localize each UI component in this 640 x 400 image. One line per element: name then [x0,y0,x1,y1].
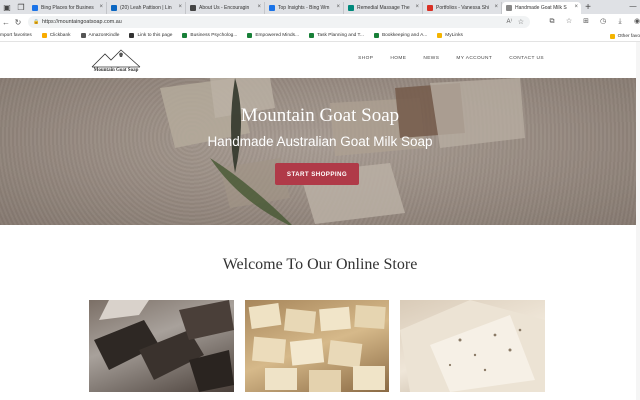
tab-favicon-icon [111,5,117,11]
favorites-bar: mport favorites Clickbank AmazonKindle Link… [0,30,640,42]
tab-close-icon[interactable]: × [574,4,578,10]
favorite-item[interactable]: AmazonKindle [80,33,120,38]
browser-tab[interactable]: Portfolios - Vanessa Shi × [423,2,502,14]
tab-favicon-icon [506,5,512,11]
favorite-icon [129,33,135,38]
favorite-item[interactable]: Business Psycholog... [182,33,237,38]
address-bar[interactable]: 🔒 https://mountaingoatsoap.com.au A⁾ ☆ [28,16,530,28]
favorite-item[interactable]: MyLinks [437,33,463,38]
gallery-image-speckled-soap[interactable] [400,300,546,392]
favorite-icon [247,33,253,38]
lock-icon[interactable]: 🔒 [33,19,39,25]
site-header: Mountain Goat Soap SHOP HOME NEWS MY ACC… [0,42,640,78]
collections-icon[interactable]: ⊞ [580,16,592,28]
browser-tab[interactable]: About Us - Encouragin × [186,2,265,14]
tab-favicon-icon [427,5,433,11]
page-scrollbar[interactable] [636,42,640,400]
hero-overlay [0,78,640,225]
tab-favicon-icon [32,5,38,11]
favorite-icon [309,33,315,38]
favorite-item[interactable]: Bookkeeping and A... [373,33,428,38]
favorite-label: Bookkeeping and A... [381,33,428,38]
main-nav: SHOP HOME NEWS MY ACCOUNT CONTACT US [358,56,544,61]
site-logo[interactable]: Mountain Goat Soap [88,48,144,76]
nav-news[interactable]: NEWS [423,56,439,61]
minimize-button[interactable]: — [626,0,640,14]
back-arrow-icon[interactable]: ← [0,18,12,27]
downloads-icon[interactable]: ⤓ [614,16,626,28]
favorite-item[interactable]: Empowered Minds... [247,33,299,38]
browser-toolbar: ← ↻ 🔒 https://mountaingoatsoap.com.au A⁾… [0,14,640,30]
favorite-item[interactable]: Link to this page [129,33,172,38]
browser-tab[interactable]: (20) Leah Pattison | Lin × [107,2,186,14]
extensions-icon[interactable]: ⧉ [546,16,558,28]
favorite-label: AmazonKindle [88,33,120,38]
welcome-heading: Welcome To Our Online Store [222,256,418,273]
tab-close-icon[interactable]: × [494,4,498,10]
tab-label: Bing Places for Busines [41,5,94,11]
favorite-label: Link to this page [137,33,173,38]
refresh-icon[interactable]: ↻ [12,18,24,27]
favorite-label: mport favorites [0,33,32,38]
browser-tab[interactable]: Top Insights - Bing Wm × [265,2,344,14]
logo-text: Mountain Goat Soap [93,68,139,73]
favorite-icon [437,33,443,38]
tab-label: Portfolios - Vanessa Shi [436,5,489,11]
nav-contact-us[interactable]: CONTACT US [509,56,544,61]
favorite-label: Task Planning and T... [317,33,364,38]
browser-tab[interactable]: Remedial Massage The × [344,2,423,14]
browser-tab[interactable]: Bing Places for Busines × [28,2,107,14]
tab-label: About Us - Encouragin [199,5,250,11]
nav-home[interactable]: HOME [390,56,406,61]
mountain-logo-icon [91,49,141,68]
browser-tab-strip: ▣ ❐ Bing Places for Busines × (20) Leah Pa… [0,0,640,14]
favorite-label: MyLinks [445,33,463,38]
start-shopping-button[interactable]: START SHOPPING [275,163,359,185]
favorite-item[interactable]: Task Planning and T... [309,33,364,38]
url-text: https://mountaingoatsoap.com.au [42,19,122,25]
tab-close-icon[interactable]: × [336,4,340,10]
other-favorites[interactable]: Other favo [609,30,640,42]
favorite-icon [182,33,188,38]
tab-close-icon[interactable]: × [99,4,103,10]
favorites-icon[interactable]: ☆ [563,16,575,28]
read-aloud-icon[interactable]: A⁾ [507,18,512,25]
tab-label: (20) Leah Pattison | Lin [120,5,172,11]
tab-close-icon[interactable]: × [257,4,261,10]
star-icon[interactable]: ☆ [518,18,524,26]
hero-subtitle: Handmade Australian Goat Milk Soap [207,134,433,149]
nav-my-account[interactable]: MY ACCOUNT [456,56,492,61]
tab-favicon-icon [190,5,196,11]
favorite-label: Clickbank [49,33,71,38]
favorite-icon [41,33,47,38]
favorite-label: Empowered Minds... [255,33,300,38]
nav-shop[interactable]: SHOP [358,56,373,61]
browser-tab[interactable]: Handmade Goat Milk S × [502,2,581,14]
favorite-label: Business Psycholog... [190,33,238,38]
hero-banner: Mountain Goat Soap Handmade Australian G… [0,78,640,225]
new-tab-button[interactable]: + [581,2,595,13]
favorite-icon [80,33,86,38]
favorite-item[interactable]: mport favorites [0,33,32,38]
hero-title: Mountain Goat Soap [240,105,400,126]
tabs-icon[interactable]: ❐ [14,0,28,14]
folder-icon [609,33,615,39]
history-icon[interactable]: ◷ [597,16,609,28]
profile-icon[interactable]: ◉ [631,16,640,28]
tab-favicon-icon [348,5,354,11]
product-gallery [89,300,546,392]
gallery-image-wrapped-soap[interactable] [244,300,390,392]
tab-label: Top Insights - Bing Wm [278,5,330,11]
gallery-image-dark-soap[interactable] [89,300,234,392]
favorite-item[interactable]: Clickbank [41,33,71,38]
tab-label: Handmade Goat Milk S [515,5,567,11]
window-icon[interactable]: ▣ [0,0,14,14]
tab-label: Remedial Massage The [357,5,410,11]
tab-close-icon[interactable]: × [178,4,182,10]
favorite-icon [373,33,379,38]
tab-close-icon[interactable]: × [415,4,419,10]
tab-favicon-icon [269,5,275,11]
